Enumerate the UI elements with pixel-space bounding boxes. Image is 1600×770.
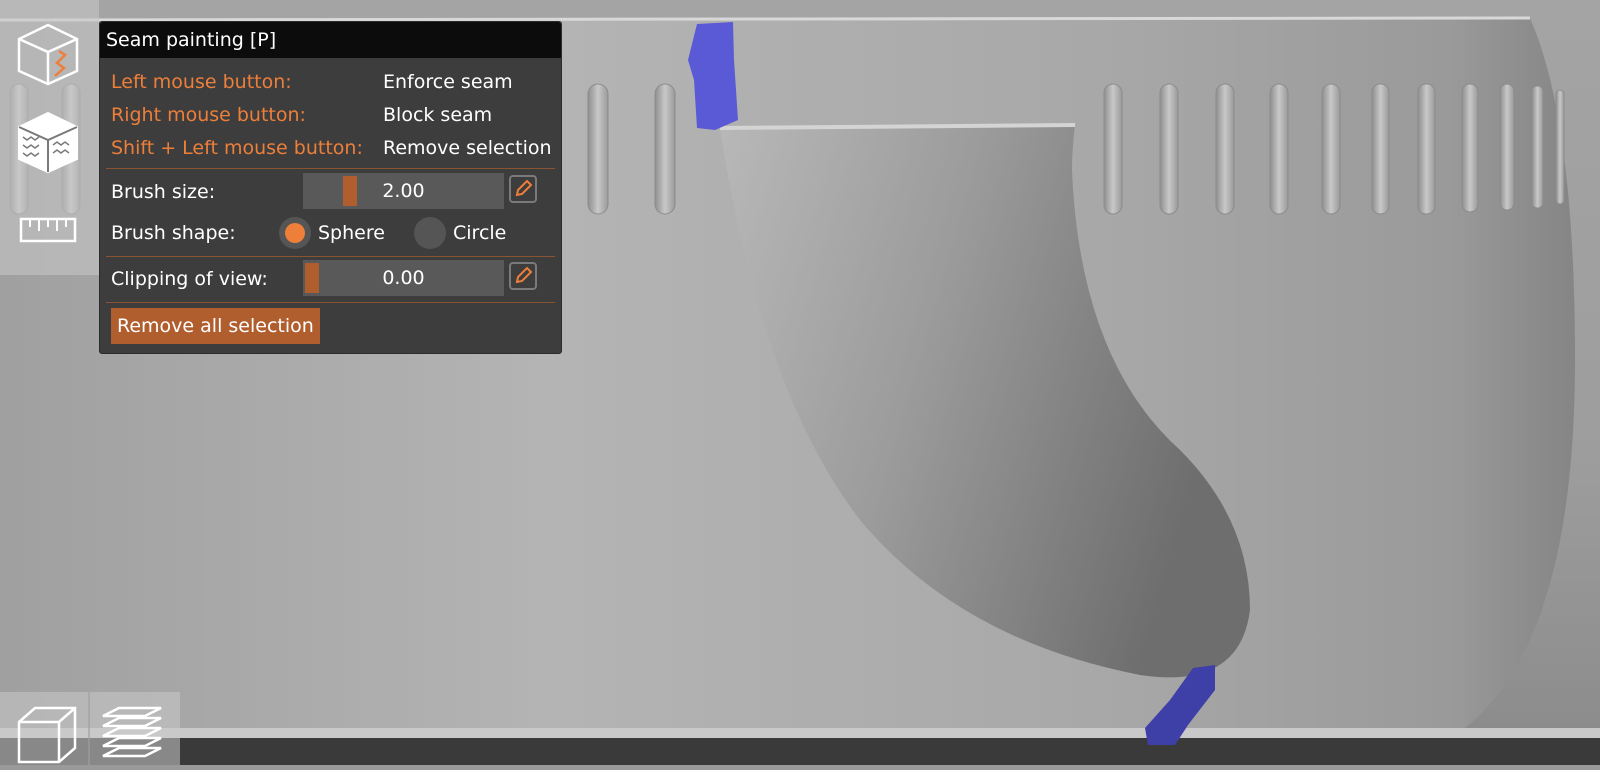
radio-circle-label: Circle [453, 222, 507, 244]
brush-size-label: Brush size: [111, 181, 216, 203]
divider [106, 168, 555, 169]
gizmo-toolbar [0, 0, 99, 275]
seam-painting-tool[interactable] [14, 19, 82, 89]
shortcut-row: Shift + Left mouse button: Remove select… [111, 133, 555, 163]
seam-painting-panel: Seam painting [P] Left mouse button: Enf… [99, 21, 562, 354]
shortcut-key: Right mouse button: [111, 104, 306, 126]
fuzzy-skin-icon [18, 111, 78, 174]
brush-size-slider[interactable]: 2.00 [303, 173, 504, 209]
shortcut-action: Enforce seam [383, 71, 513, 93]
brush-size-edit-button[interactable] [509, 175, 537, 203]
pencil-icon [515, 179, 533, 197]
preview-layers-button[interactable] [98, 700, 166, 770]
shortcut-action: Remove selection [383, 137, 552, 159]
panel-title: Seam painting [P] [100, 22, 561, 58]
pencil-icon [515, 266, 533, 284]
shortcut-action: Block seam [383, 104, 493, 126]
seam-painting-icon [17, 23, 79, 86]
divider [106, 256, 555, 257]
remove-all-selection-button[interactable]: Remove all selection [111, 308, 320, 344]
radio-circle[interactable] [414, 217, 446, 249]
shortcut-row: Right mouse button: Block seam [111, 100, 555, 130]
toolbar-separator [88, 692, 90, 765]
brush-shape-label: Brush shape: [111, 222, 236, 244]
measure-ruler-icon [19, 217, 77, 243]
clipping-slider[interactable]: 0.00 [303, 260, 504, 296]
shortcut-key: Left mouse button: [111, 71, 292, 93]
measure-tool[interactable] [14, 195, 82, 265]
3d-view-button[interactable] [12, 700, 80, 770]
layers-preview-icon [102, 706, 162, 758]
divider [106, 302, 555, 303]
clipping-edit-button[interactable] [509, 262, 537, 290]
shortcut-key: Shift + Left mouse button: [111, 137, 363, 159]
clipping-label: Clipping of view: [111, 268, 268, 290]
brush-size-value: 2.00 [382, 180, 425, 202]
fuzzy-skin-tool[interactable] [14, 107, 82, 177]
view-mode-toolbar [0, 692, 180, 765]
clipping-value: 0.00 [382, 267, 425, 289]
radio-sphere-label: Sphere [318, 222, 385, 244]
radio-sphere[interactable] [279, 217, 311, 249]
3d-view-icon [17, 706, 77, 764]
shortcut-row: Left mouse button: Enforce seam [111, 67, 555, 97]
